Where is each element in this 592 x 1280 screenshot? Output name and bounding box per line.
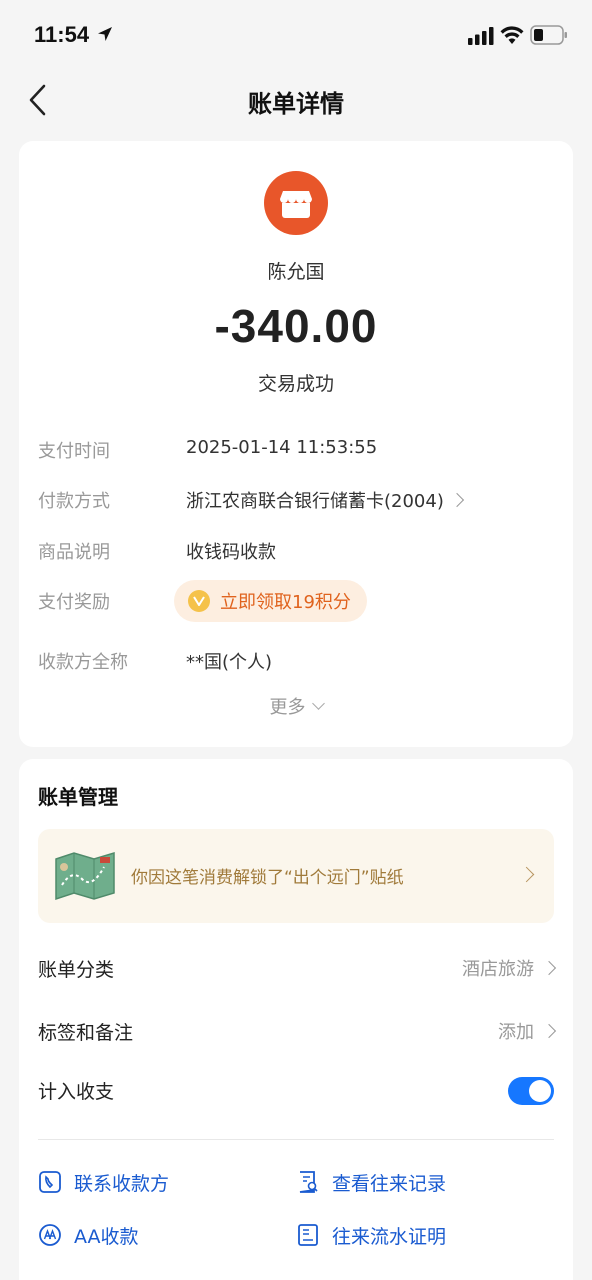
sticker-banner[interactable]: 你因这笔消费解锁了“出个远门”贴纸 [38, 829, 554, 923]
status-time: 11:54 [34, 22, 90, 47]
action-label: 查看往来记录 [332, 1172, 447, 1195]
transaction-amount: -340.00 [214, 300, 378, 352]
detail-label: 支付奖励 [38, 592, 110, 613]
detail-row-pay-time: 支付时间 2025-01-14 11:53:55 [38, 437, 558, 467]
row-label: 标签和备注 [38, 1022, 134, 1044]
detail-value: **国(个人) [186, 652, 273, 673]
detail-value: 收钱码收款 [186, 542, 276, 563]
view-records-button[interactable]: 查看往来记录 [296, 1167, 446, 1197]
wifi-icon [500, 26, 524, 44]
divider [38, 1139, 554, 1140]
include-in-budget-row: 计入收支 [38, 1077, 554, 1113]
row-label: 计入收支 [38, 1081, 115, 1103]
more-button[interactable]: 更多 [19, 693, 573, 719]
aa-icon [39, 1224, 61, 1246]
action-label: AA收款 [74, 1225, 139, 1248]
chevron-right-icon [541, 1023, 557, 1039]
chevron-right-icon [518, 866, 535, 883]
detail-row-payment-method[interactable]: 付款方式 浙江农商联合银行储蓄卡(2004) [38, 487, 558, 517]
phone-icon [39, 1171, 61, 1193]
shop-icon [280, 191, 312, 218]
add-value: 添加 [498, 1022, 534, 1043]
row-value: 酒店旅游 [462, 955, 557, 981]
tags-notes-row[interactable]: 标签和备注 添加 [38, 1014, 557, 1050]
detail-label: 付款方式 [38, 491, 110, 512]
detail-label: 收款方全称 [38, 652, 128, 673]
bill-category-row[interactable]: 账单分类 酒店旅游 [38, 951, 557, 987]
action-label: 往来流水证明 [332, 1225, 447, 1248]
flow-proof-button[interactable]: 往来流水证明 [296, 1220, 446, 1250]
merchant-avatar [264, 171, 328, 235]
battery-icon [530, 25, 567, 45]
map-sticker-icon [55, 851, 115, 901]
bill-management-card: 账单管理 你因这笔消费解锁了“出个远门”贴纸 账单分类 酒店旅游 标签和备注 添… [19, 759, 573, 1280]
payment-method-link[interactable]: 浙江农商联合银行储蓄卡(2004) [186, 487, 464, 513]
claim-points-button[interactable]: 立即领取19积分 [174, 580, 367, 622]
transaction-status: 交易成功 [257, 373, 334, 395]
aa-collect-button[interactable]: AA收款 [38, 1220, 139, 1250]
toggle-knob [529, 1080, 551, 1102]
page-title: 账单详情 [248, 90, 344, 118]
row-label: 账单分类 [38, 959, 115, 981]
search-doc-icon [299, 1171, 318, 1193]
detail-row-reward: 支付奖励 立即领取19积分 [38, 580, 558, 622]
signal-icon [468, 27, 494, 45]
detail-value: 浙江农商联合银行储蓄卡(2004) [186, 491, 444, 512]
category-value: 酒店旅游 [462, 959, 534, 980]
chevron-right-icon [449, 492, 464, 508]
detail-label: 商品说明 [38, 542, 110, 563]
merchant-name: 陈允国 [267, 261, 325, 283]
bill-summary-card: 陈允国 -340.00 交易成功 支付时间 2025-01-14 11:53:5… [19, 141, 573, 747]
section-title: 账单管理 [38, 785, 118, 809]
chevron-right-icon [541, 960, 557, 976]
chevron-down-icon [311, 697, 325, 710]
action-label: 联系收款方 [74, 1172, 170, 1195]
location-arrow-icon [98, 27, 112, 41]
detail-label: 支付时间 [38, 441, 110, 462]
detail-row-description: 商品说明 收钱码收款 [38, 538, 558, 568]
row-value: 添加 [498, 1018, 557, 1044]
contact-payee-button[interactable]: 联系收款方 [38, 1167, 169, 1197]
document-icon [298, 1224, 318, 1246]
claim-points-label: 立即领取19积分 [220, 592, 351, 613]
more-label: 更多 [269, 697, 306, 718]
detail-value: 2025-01-14 11:53:55 [186, 437, 378, 458]
sticker-text: 你因这笔消费解锁了“出个远门”贴纸 [131, 868, 404, 888]
include-in-budget-toggle[interactable] [508, 1077, 554, 1105]
points-coin-icon [188, 590, 210, 612]
status-bar: 11:54 [0, 0, 592, 70]
detail-row-payee: 收款方全称 **国(个人) [38, 648, 558, 678]
